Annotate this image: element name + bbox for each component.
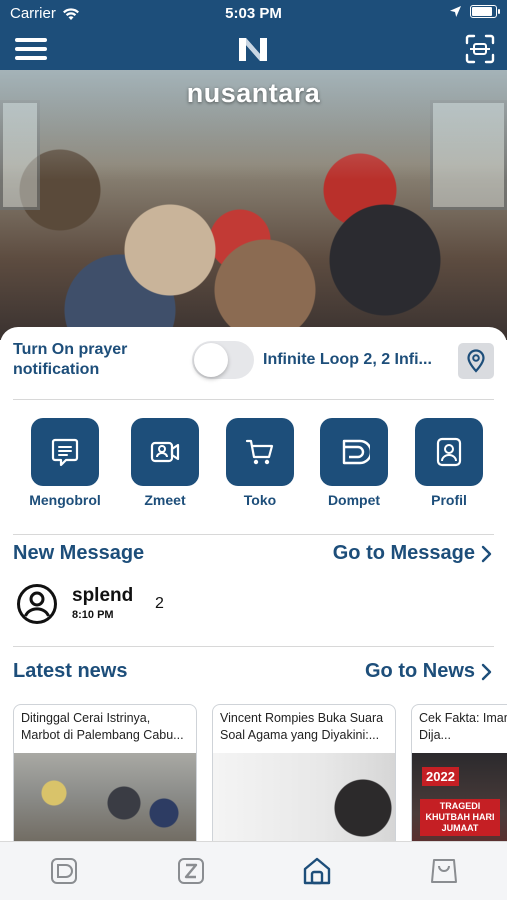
chevron-right-icon: [481, 663, 492, 680]
news-image: [213, 753, 395, 847]
quick-action-label: Mengobrol: [29, 492, 101, 508]
divider: [13, 399, 494, 400]
quick-action-label: Profil: [431, 492, 467, 508]
quick-actions: Mengobrol Zmeet Toko Dompet Profil: [0, 418, 507, 512]
quick-action-label: Zmeet: [144, 492, 186, 508]
chat-tile[interactable]: [31, 418, 99, 486]
toggle-knob: [194, 343, 228, 377]
hero-banner-image[interactable]: nusantara: [0, 70, 507, 340]
profile-icon: [436, 437, 462, 467]
bottom-tab-bar: [0, 841, 507, 900]
quick-action-toko[interactable]: Toko: [215, 418, 305, 508]
divider: [13, 646, 494, 647]
home-tab-icon[interactable]: [302, 856, 332, 886]
hamburger-menu-icon[interactable]: [14, 36, 48, 62]
home-content-card: Turn On prayer notification Infinite Loo…: [0, 327, 507, 847]
news-image-badge-text: TRAGEDI KHUTBAH HARI JUMAAT: [420, 799, 500, 836]
qr-scan-icon[interactable]: [465, 34, 495, 64]
news-title: Vincent Rompies Buka Suara Soal Agama ya…: [220, 711, 384, 742]
wallet-tile[interactable]: [320, 418, 388, 486]
location-text: Infinite Loop 2, 2 Infi...: [263, 351, 432, 368]
app-header: [0, 28, 507, 70]
status-bar: Carrier 5:03 PM: [0, 0, 507, 28]
message-time: 8:10 PM: [72, 609, 114, 621]
go-to-message-link[interactable]: Go to Message: [333, 542, 493, 565]
quick-action-label: Toko: [243, 492, 277, 508]
z-tab-icon[interactable]: [176, 856, 206, 886]
news-card[interactable]: Ditinggal Cerai Istrinya, Marbot di Pale…: [13, 704, 197, 847]
go-to-message-label: Go to Message: [332, 542, 475, 564]
battery-fill: [472, 7, 492, 16]
battery-icon: [470, 5, 500, 18]
quick-action-dompet[interactable]: Dompet: [309, 418, 399, 508]
prayer-notification-toggle[interactable]: [192, 341, 254, 379]
map-pin-icon: [467, 349, 485, 373]
news-card[interactable]: Cek Fakta: Imam Arab Saudi Dija... 2022 …: [411, 704, 507, 847]
go-to-news-link[interactable]: Go to News: [365, 660, 493, 683]
message-count: 2: [155, 595, 164, 612]
video-call-icon: [150, 441, 180, 463]
chat-icon: [51, 438, 79, 467]
message-list-item[interactable]: splend 8:10 PM 2: [16, 581, 316, 625]
go-to-news-label: Go to News: [364, 660, 475, 682]
shop-bag-tab-icon[interactable]: [429, 856, 459, 886]
n-logo-icon: [239, 38, 267, 61]
status-icons: [449, 5, 500, 18]
news-carousel[interactable]: Ditinggal Cerai Istrinya, Marbot di Pale…: [13, 704, 507, 847]
news-title: Ditinggal Cerai Istrinya, Marbot di Pale…: [21, 711, 184, 742]
news-image: 2022 TRAGEDI KHUTBAH HARI JUMAAT: [412, 753, 507, 847]
news-image-badge-year: 2022: [422, 767, 459, 786]
wallet-icon: [342, 439, 370, 465]
hero-title: nusantara: [186, 78, 321, 108]
shop-tile[interactable]: [226, 418, 294, 486]
location-button[interactable]: [458, 343, 494, 379]
news-title: Cek Fakta: Imam Arab Saudi Dija...: [419, 711, 507, 742]
cart-icon: [245, 439, 274, 465]
profile-tile[interactable]: [415, 418, 483, 486]
quick-action-mengobrol[interactable]: Mengobrol: [20, 418, 110, 508]
clock: 5:03 PM: [225, 5, 282, 22]
quick-action-profil[interactable]: Profil: [404, 418, 494, 508]
location-arrow-icon: [450, 6, 461, 17]
news-card[interactable]: Vincent Rompies Buka Suara Soal Agama ya…: [212, 704, 396, 847]
video-tile[interactable]: [131, 418, 199, 486]
quick-action-zmeet[interactable]: Zmeet: [120, 418, 210, 508]
divider: [13, 534, 494, 535]
wallet-tab-icon[interactable]: [49, 856, 79, 886]
latest-news-title: Latest news: [13, 660, 128, 682]
prayer-notification-label: Turn On prayer notification: [13, 341, 128, 378]
quick-action-label: Dompet: [327, 492, 381, 508]
new-message-title: New Message: [13, 542, 145, 564]
user-avatar-icon: [17, 584, 57, 624]
chevron-right-icon: [481, 545, 492, 562]
news-image: [14, 753, 196, 847]
message-sender-name: splend: [72, 585, 134, 606]
